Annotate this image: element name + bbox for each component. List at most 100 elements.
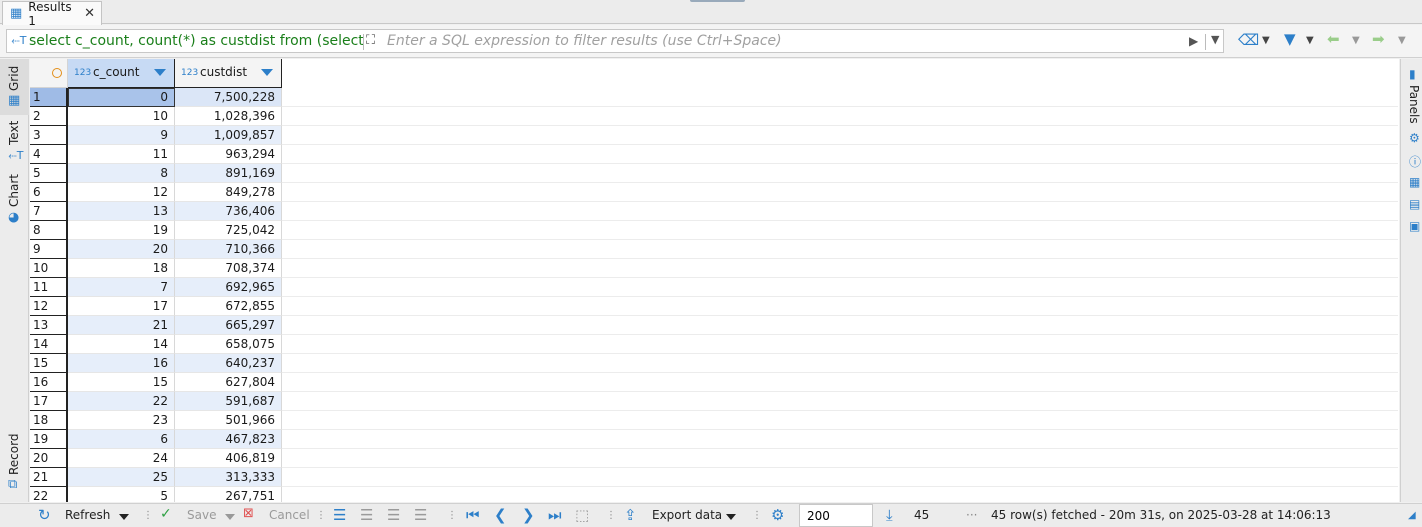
table-row[interactable]: 11 7 692,965	[30, 278, 1398, 297]
table-row[interactable]: 6 12 849,278	[30, 183, 1398, 202]
cell-c-count[interactable]: 11	[68, 145, 175, 164]
table-row[interactable]: 2 10 1,028,396	[30, 107, 1398, 126]
sql-query-text[interactable]: select c_count, count(*) as custdist fro…	[29, 33, 363, 49]
cell-c-count[interactable]: 16	[68, 354, 175, 373]
table-icon[interactable]: ▤	[1409, 197, 1420, 211]
chevron-down-icon[interactable]	[119, 514, 129, 520]
cell-c-count[interactable]: 7	[68, 278, 175, 297]
more-dots[interactable]: ···	[966, 508, 977, 522]
select-all-corner[interactable]	[30, 59, 68, 88]
row-number[interactable]: 1	[30, 88, 68, 107]
table-row[interactable]: 12 17 672,855	[30, 297, 1398, 316]
cell-custdist[interactable]: 1,028,396	[175, 107, 282, 126]
row-number[interactable]: 7	[30, 202, 68, 221]
cell-c-count[interactable]: 14	[68, 335, 175, 354]
row-count-icon[interactable]: ⤓	[886, 506, 893, 524]
tab-chart[interactable]: Chart	[7, 174, 21, 207]
row-number[interactable]: 17	[30, 392, 68, 411]
chevron-down-icon[interactable]: ▼	[1352, 35, 1360, 46]
copy-row-icon[interactable]: ☰	[387, 506, 400, 524]
cell-custdist[interactable]: 467,823	[175, 430, 282, 449]
cell-c-count[interactable]: 15	[68, 373, 175, 392]
cell-custdist[interactable]: 725,042	[175, 221, 282, 240]
cell-c-count[interactable]: 25	[68, 468, 175, 487]
chevron-down-icon[interactable]: ▼	[1306, 35, 1314, 46]
cell-custdist[interactable]: 267,751	[175, 487, 282, 502]
cell-c-count[interactable]: 24	[68, 449, 175, 468]
export-icon[interactable]: ⇪	[624, 506, 637, 524]
properties-icon[interactable]: ⚙	[1409, 131, 1420, 145]
cell-custdist[interactable]: 313,333	[175, 468, 282, 487]
panels-tab[interactable]: Panels	[1407, 85, 1421, 124]
fetch-limit-input[interactable]	[799, 504, 873, 527]
chevron-down-icon[interactable]: ▼	[1262, 35, 1270, 46]
column-header-c-count[interactable]: 123 c_count	[68, 59, 175, 88]
grid-icon[interactable]: ▦	[8, 93, 20, 108]
cell-c-count[interactable]: 22	[68, 392, 175, 411]
close-icon[interactable]: ✕	[84, 6, 95, 21]
cell-custdist[interactable]: 640,237	[175, 354, 282, 373]
first-page-icon[interactable]: ⏮	[466, 506, 480, 524]
panels-icon[interactable]: ▮	[1409, 67, 1416, 81]
table-row[interactable]: 9 20 710,366	[30, 240, 1398, 259]
row-number[interactable]: 13	[30, 316, 68, 335]
row-number[interactable]: 3	[30, 126, 68, 145]
table-row[interactable]: 1 0 7,500,228	[30, 88, 1398, 107]
table-row[interactable]: 17 22 591,687	[30, 392, 1398, 411]
cell-custdist[interactable]: 1,009,857	[175, 126, 282, 145]
cell-c-count[interactable]: 0	[68, 88, 175, 107]
table-row[interactable]: 14 14 658,075	[30, 335, 1398, 354]
cell-custdist[interactable]: 627,804	[175, 373, 282, 392]
check-icon[interactable]: ✓	[160, 506, 172, 522]
row-number[interactable]: 15	[30, 354, 68, 373]
table-row[interactable]: 13 21 665,297	[30, 316, 1398, 335]
row-number[interactable]: 14	[30, 335, 68, 354]
cell-custdist[interactable]: 591,687	[175, 392, 282, 411]
cell-c-count[interactable]: 13	[68, 202, 175, 221]
eraser-icon[interactable]: ⌫	[1238, 31, 1259, 49]
cell-custdist[interactable]: 708,374	[175, 259, 282, 278]
cell-c-count[interactable]: 21	[68, 316, 175, 335]
calc-icon[interactable]: ▣	[1409, 219, 1420, 233]
cell-c-count[interactable]: 20	[68, 240, 175, 259]
cell-c-count[interactable]: 17	[68, 297, 175, 316]
chevron-down-icon[interactable]: ▼	[1398, 35, 1406, 46]
text-icon[interactable]: ⬸T	[8, 149, 24, 163]
sort-arrow-icon[interactable]	[261, 69, 273, 76]
row-number[interactable]: 19	[30, 430, 68, 449]
sort-arrow-icon[interactable]	[154, 69, 166, 76]
tab-text[interactable]: Text	[7, 121, 21, 145]
last-page-icon[interactable]: ⏭	[548, 506, 562, 524]
back-arrow-icon[interactable]: ⬅	[1327, 30, 1340, 48]
chevron-down-icon[interactable]: ▼	[1211, 33, 1219, 46]
row-number[interactable]: 18	[30, 411, 68, 430]
refresh-icon[interactable]: ↻	[38, 506, 51, 524]
cell-custdist[interactable]: 710,366	[175, 240, 282, 259]
save-button[interactable]: Save	[187, 508, 216, 522]
cell-c-count[interactable]: 23	[68, 411, 175, 430]
refresh-button[interactable]: Refresh	[65, 508, 110, 522]
cell-c-count[interactable]: 19	[68, 221, 175, 240]
cell-custdist[interactable]: 7,500,228	[175, 88, 282, 107]
expand-icon[interactable]: ⛶	[366, 33, 375, 48]
table-row[interactable]: 20 24 406,819	[30, 449, 1398, 468]
cell-custdist[interactable]: 501,966	[175, 411, 282, 430]
previous-page-icon[interactable]: ❮	[494, 506, 507, 524]
fetch-all-icon[interactable]: ⬚	[575, 506, 589, 524]
run-filter-icon[interactable]: ▶	[1189, 34, 1198, 48]
tab-record[interactable]: Record	[7, 434, 21, 475]
filter-input[interactable]	[385, 31, 1175, 51]
results-tab[interactable]: ▦ Results 1 ✕	[2, 0, 102, 28]
cell-custdist[interactable]: 672,855	[175, 297, 282, 316]
table-row[interactable]: 4 11 963,294	[30, 145, 1398, 164]
cell-custdist[interactable]: 849,278	[175, 183, 282, 202]
info-icon[interactable]: ⓘ	[1409, 153, 1421, 170]
table-row[interactable]: 19 6 467,823	[30, 430, 1398, 449]
export-data-button[interactable]: Export data	[652, 508, 722, 522]
row-number[interactable]: 2	[30, 107, 68, 126]
cell-custdist[interactable]: 692,965	[175, 278, 282, 297]
row-number[interactable]: 4	[30, 145, 68, 164]
cell-custdist[interactable]: 665,297	[175, 316, 282, 335]
cell-custdist[interactable]: 891,169	[175, 164, 282, 183]
chart-icon[interactable]: ◕	[8, 210, 19, 225]
